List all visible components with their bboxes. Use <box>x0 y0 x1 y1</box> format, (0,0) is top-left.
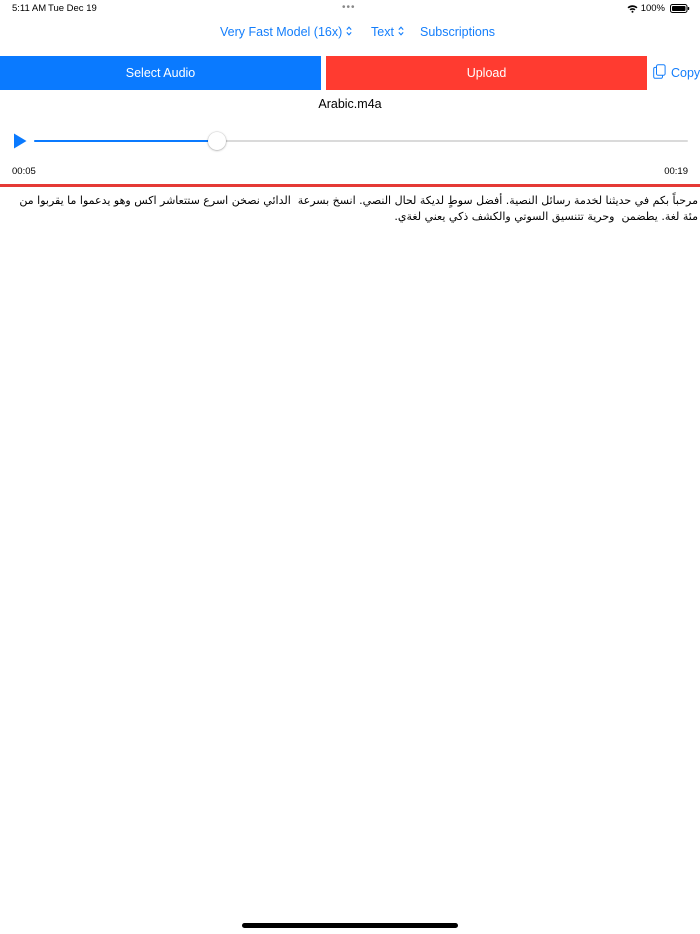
home-indicator[interactable] <box>242 923 458 928</box>
format-picker-label: Text <box>371 25 394 39</box>
copy-button[interactable]: Copy <box>653 64 700 82</box>
status-date: Tue Dec 19 <box>48 3 97 14</box>
playback-progress <box>34 140 218 142</box>
transcript-text[interactable]: مرحباً بكم في حديثنا لخدمة رسائل النصية.… <box>2 193 698 225</box>
audio-file-name: Arabic.m4a <box>318 97 382 111</box>
top-nav: Very Fast Model (16x) Text Subscriptions <box>0 25 700 43</box>
playback-slider[interactable] <box>34 140 688 142</box>
multitasking-dots[interactable]: ••• <box>342 2 356 13</box>
battery-percent: 100% <box>640 3 665 14</box>
battery-icon <box>670 4 690 13</box>
slider-thumb[interactable] <box>208 132 227 150</box>
divider <box>0 184 700 187</box>
current-time: 00:05 <box>12 166 36 177</box>
model-picker[interactable]: Very Fast Model (16x) <box>220 25 352 39</box>
subscriptions-link[interactable]: Subscriptions <box>420 25 495 39</box>
chevron-updown-icon <box>398 25 404 39</box>
wifi-icon <box>627 4 638 13</box>
copy-button-label: Copy <box>671 66 700 80</box>
audio-player <box>0 128 700 154</box>
copy-doc-icon <box>653 64 666 82</box>
status-time: 5:11 AM <box>12 3 47 14</box>
status-bar: 5:11 AM Tue Dec 19 ••• 100% <box>0 0 700 18</box>
select-audio-button[interactable]: Select Audio <box>0 56 321 90</box>
model-picker-label: Very Fast Model (16x) <box>220 25 343 39</box>
play-icon[interactable] <box>13 133 27 154</box>
total-time: 00:19 <box>664 166 688 177</box>
status-indicators: 100% <box>627 3 690 14</box>
upload-button[interactable]: Upload <box>326 56 647 90</box>
chevron-updown-icon <box>346 25 352 39</box>
format-picker[interactable]: Text <box>371 25 404 39</box>
